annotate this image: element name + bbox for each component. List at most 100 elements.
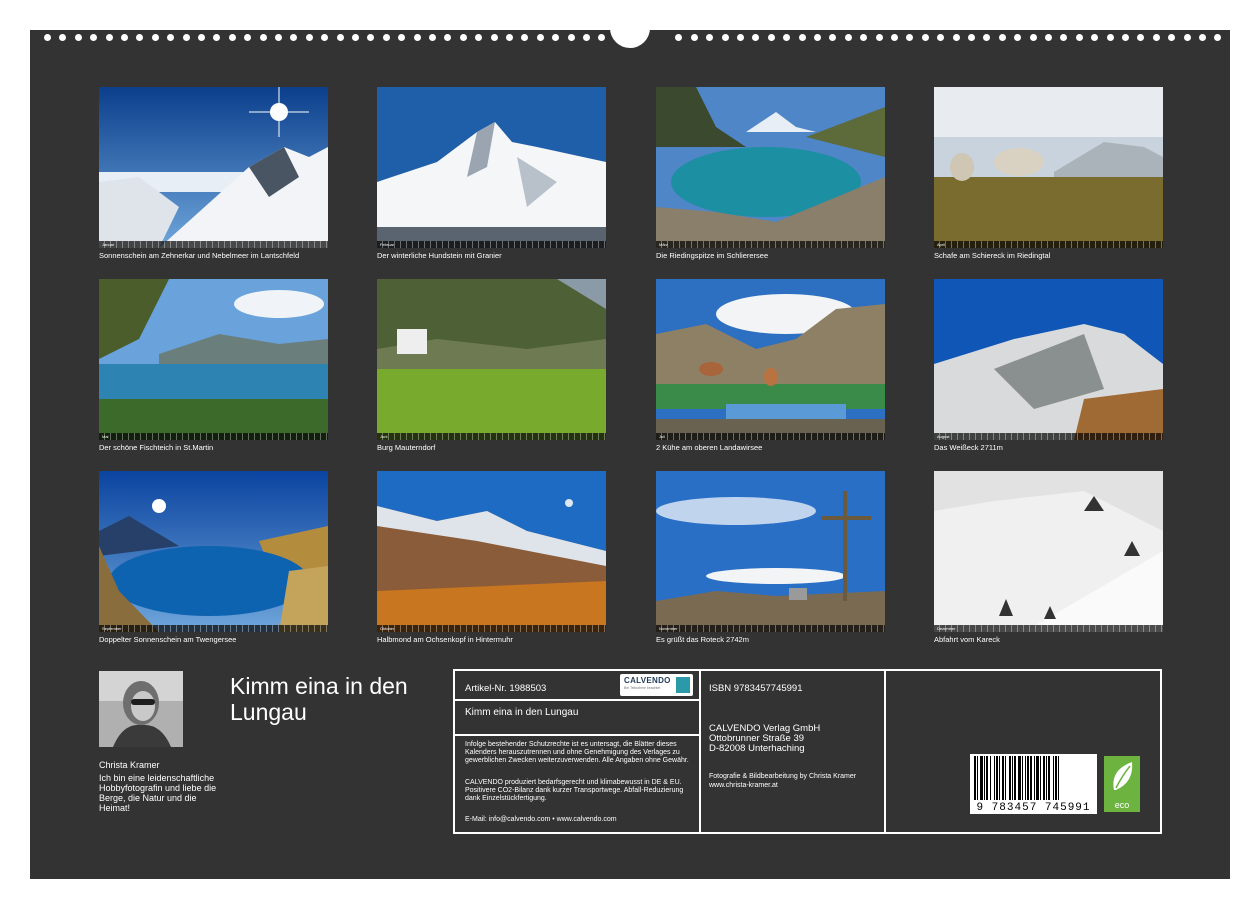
binding-hole xyxy=(1076,34,1083,41)
photo-caption: 2 Kühe am oberen Landawirsee xyxy=(656,443,763,452)
binding-hole xyxy=(352,34,359,41)
calendar-strip xyxy=(377,241,606,248)
calvendo-logo: CALVENDO Bei Teilnahme beachtet xyxy=(620,674,693,696)
barcode-bar xyxy=(1009,756,1011,800)
month-label: Juni xyxy=(380,434,388,439)
barcode-bar xyxy=(1036,756,1039,800)
binding-hole xyxy=(568,34,575,41)
binding-hole xyxy=(722,34,729,41)
barcode-bar xyxy=(1055,756,1057,800)
binding-hole xyxy=(429,34,436,41)
month-photo: September xyxy=(99,471,328,632)
month-label: Dezember xyxy=(937,626,956,631)
calvendo-logo-text: CALVENDO xyxy=(624,676,671,685)
photo-caption: Sonnenschein am Zehnerkar und Nebelmeer … xyxy=(99,251,300,260)
binding-hole xyxy=(783,34,790,41)
barcode-bar xyxy=(1043,756,1045,800)
binding-hole xyxy=(44,34,51,41)
binding-hole xyxy=(290,34,297,41)
barcode-bar xyxy=(1053,756,1054,800)
binding-hole xyxy=(706,34,713,41)
binding-hole xyxy=(460,34,467,41)
calendar-strip xyxy=(656,241,885,248)
binding-hole xyxy=(213,34,220,41)
binding-hole xyxy=(1045,34,1052,41)
month-label: September xyxy=(102,626,122,631)
binding-hole xyxy=(491,34,498,41)
binding-hole xyxy=(968,34,975,41)
month-label: November xyxy=(659,626,678,631)
barcode-bar xyxy=(1027,756,1029,800)
calendar-strip xyxy=(99,433,328,440)
binding-hole xyxy=(1030,34,1037,41)
month-tile-february: Februar Der winterliche Hundstein mit Gr… xyxy=(377,87,606,260)
photo-caption: Es grüßt das Roteck 2742m xyxy=(656,635,749,644)
month-tile-november: November Es grüßt das Roteck 2742m xyxy=(656,471,885,644)
barcode-bar xyxy=(1030,756,1032,800)
author-bio: Ich bin eine leidenschaftliche Hobbyfoto… xyxy=(99,773,217,813)
divider xyxy=(884,671,886,832)
binding-hole xyxy=(152,34,159,41)
photo-caption: Die Riedingspitze im Schlierersee xyxy=(656,251,769,260)
calendar-title: Kimm eina in den Lungau xyxy=(230,673,408,725)
binding-hole xyxy=(937,34,944,41)
binding-hole xyxy=(337,34,344,41)
month-photo: Dezember xyxy=(934,471,1163,632)
calendar-strip xyxy=(934,433,1163,440)
calendar-strip xyxy=(377,433,606,440)
month-tile-july: Juli 2 Kühe am oberen Landawirsee xyxy=(656,279,885,452)
photo-caption: Abfahrt vom Kareck xyxy=(934,635,1000,644)
month-photo: Januar xyxy=(99,87,328,248)
barcode-bar xyxy=(1058,756,1059,800)
binding-hole xyxy=(1214,34,1221,41)
month-tile-october: Oktober Halbmond am Ochsenkopf in Hinter… xyxy=(377,471,606,644)
product-info-box: Artikel-Nr. 1988503 CALVENDO Bei Teilnah… xyxy=(453,669,1162,834)
binding-hole xyxy=(752,34,759,41)
binding-hole xyxy=(275,34,282,41)
month-label: Juli xyxy=(659,434,666,439)
barcode-bar xyxy=(1034,756,1035,800)
binding-hole xyxy=(537,34,544,41)
barcode-bar xyxy=(1025,756,1026,800)
month-photo: Juni xyxy=(377,279,606,440)
binding-hole xyxy=(260,34,267,41)
binding-hole xyxy=(1199,34,1206,41)
binding-hole xyxy=(1184,34,1191,41)
binding-hole xyxy=(506,34,513,41)
photo-caption: Burg Mauterndorf xyxy=(377,443,436,452)
month-tile-january: Januar Sonnenschein am Zehnerkar und Neb… xyxy=(99,87,328,260)
barcode-bars xyxy=(974,756,1059,800)
binding-hole xyxy=(398,34,405,41)
month-label: August xyxy=(937,434,950,439)
eco-badge: eco xyxy=(1104,756,1140,812)
month-label: Februar xyxy=(380,242,395,247)
binding-hole xyxy=(983,34,990,41)
author-name: Christa Kramer xyxy=(99,760,160,770)
product-subtitle: Kimm eina in den Lungau xyxy=(465,707,579,718)
photo-caption: Doppelter Sonnenschein am Twengersee xyxy=(99,635,237,644)
article-number: Artikel-Nr. 1988503 xyxy=(465,683,547,694)
month-photo: April xyxy=(934,87,1163,248)
legal-notice: Infolge bestehender Schutzrechte ist es … xyxy=(465,741,689,764)
binding-hole xyxy=(768,34,775,41)
binding-hole xyxy=(475,34,482,41)
leaf-icon xyxy=(1113,762,1133,790)
binding-hole xyxy=(167,34,174,41)
month-photo: Februar xyxy=(377,87,606,248)
photo-caption: Der schöne Fischteich in St.Martin xyxy=(99,443,214,452)
photo-caption: Schafe am Schiereck im Riedingtal xyxy=(934,251,1051,260)
barcode-bar xyxy=(996,756,998,800)
month-photo: August xyxy=(934,279,1163,440)
barcode-bar xyxy=(1018,756,1021,800)
contact-info: E-Mail: info@calvendo.com • www.calvendo… xyxy=(465,816,617,823)
barcode-bar xyxy=(986,756,988,800)
binding-hole xyxy=(1107,34,1114,41)
barcode-bar xyxy=(1048,756,1050,800)
month-photo: November xyxy=(656,471,885,632)
barcode-bar xyxy=(1005,756,1006,800)
binding-hole xyxy=(906,34,913,41)
binding-hole xyxy=(829,34,836,41)
month-label: April xyxy=(937,242,946,247)
binding-hole xyxy=(90,34,97,41)
binding-hole xyxy=(1168,34,1175,41)
